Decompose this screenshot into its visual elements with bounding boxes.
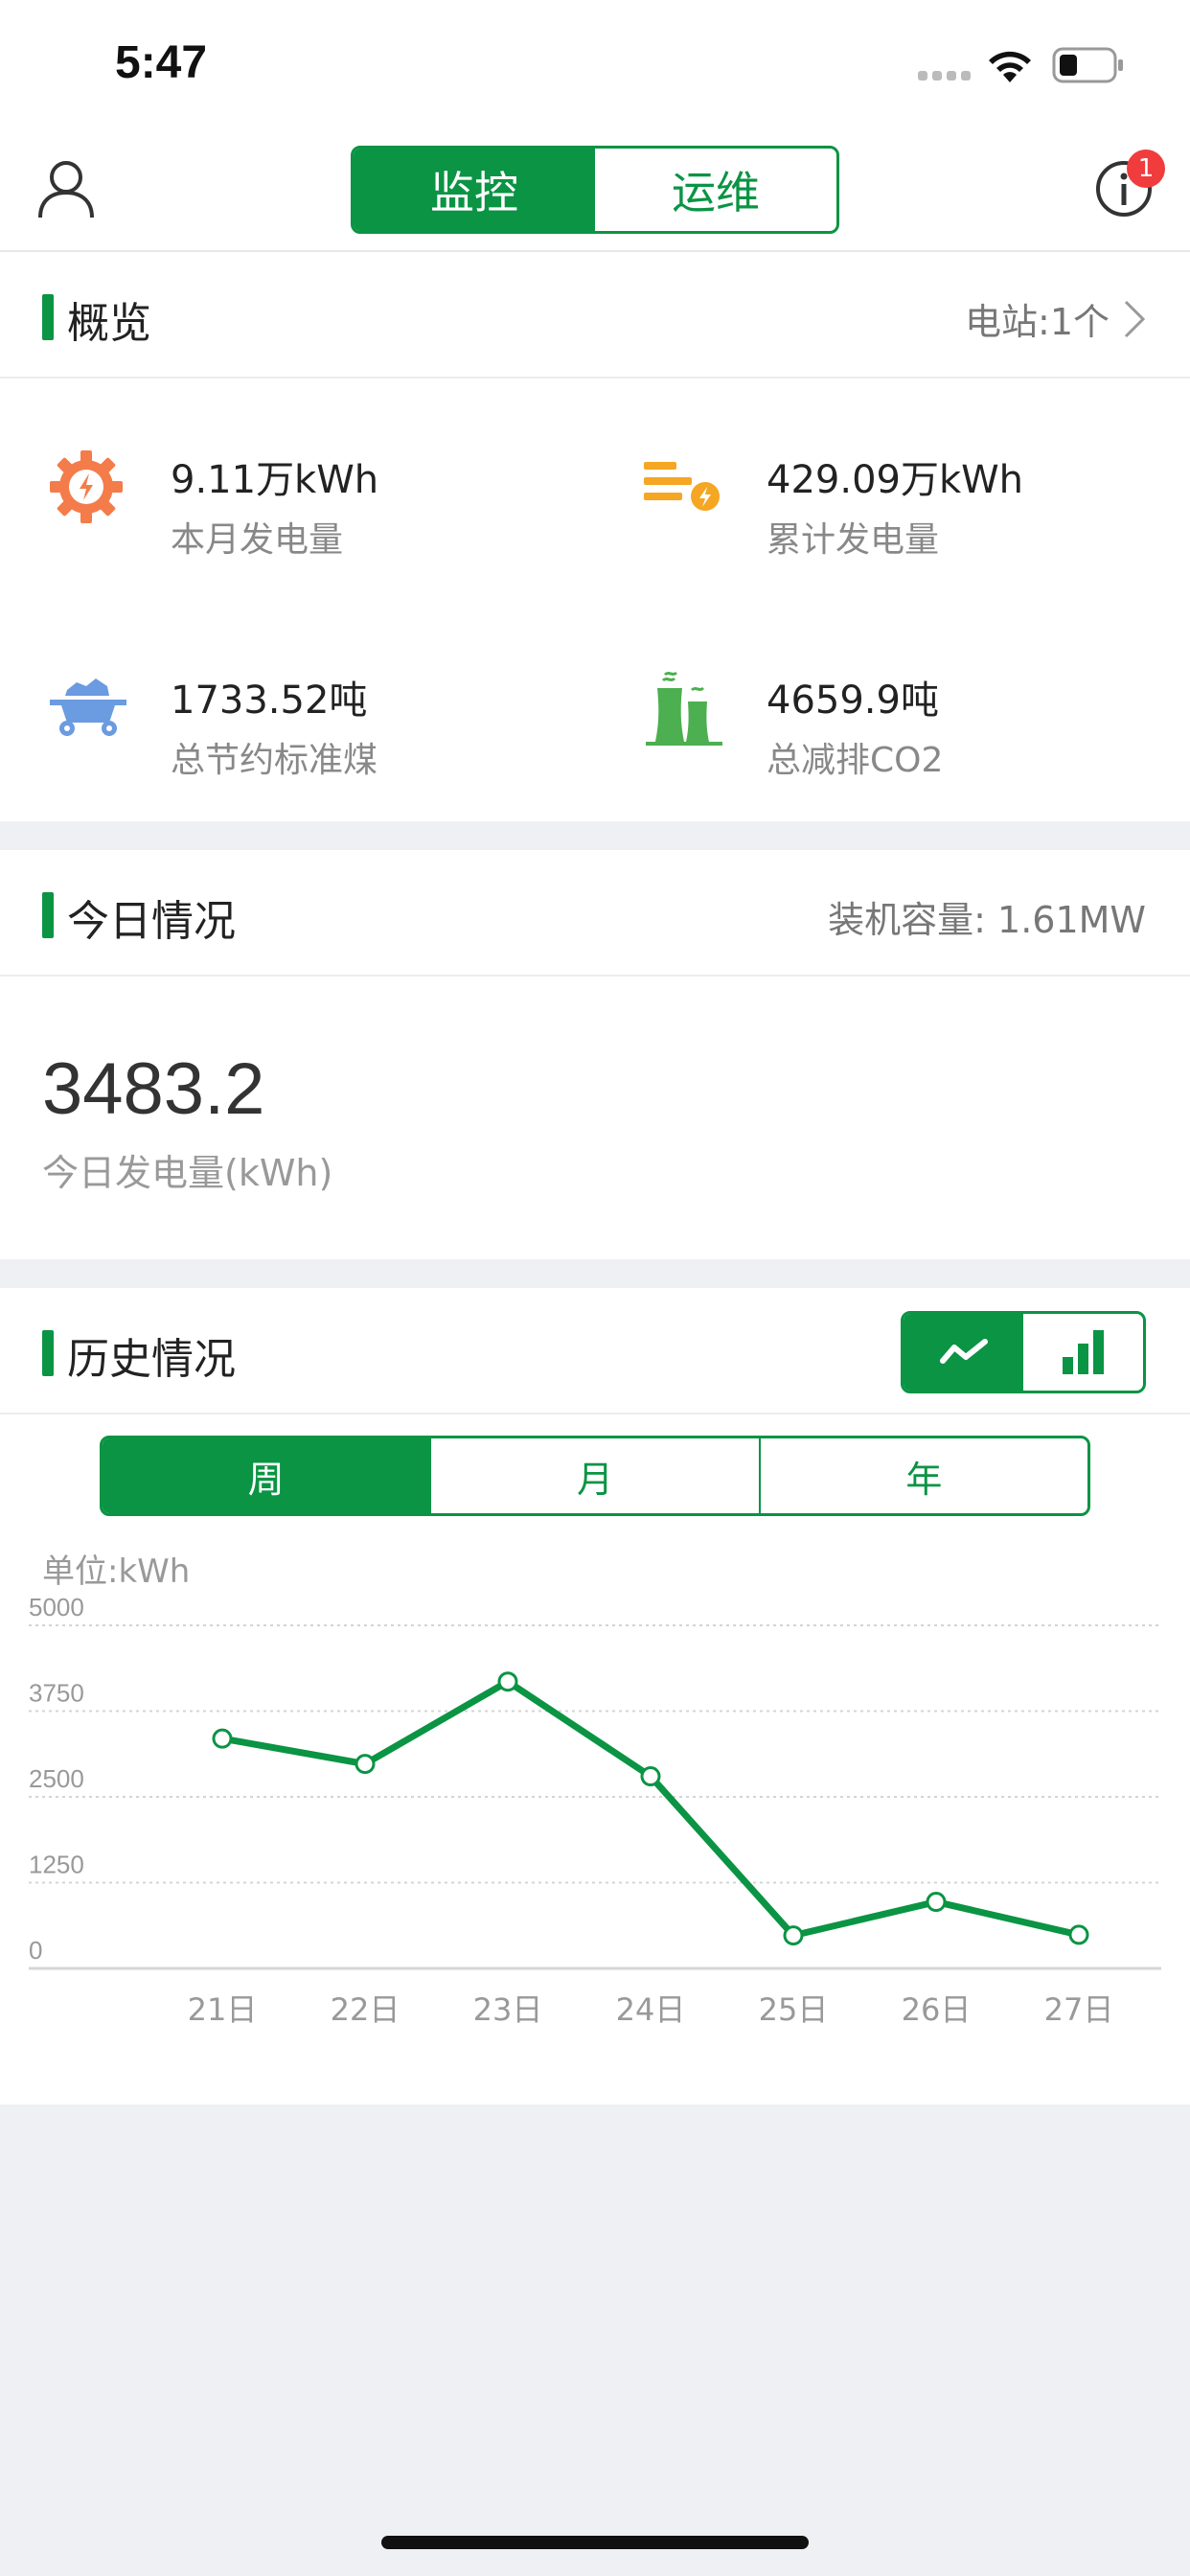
- stat-value: 1733.52吨: [171, 678, 368, 723]
- line-chart-icon: [939, 1339, 988, 1364]
- today-generation-label: 今日发电量(kWh): [42, 1152, 333, 1194]
- data-point: [926, 1892, 947, 1913]
- today-title: 今日情况: [67, 897, 236, 946]
- signal-icon: [918, 71, 971, 80]
- history-title: 历史情况: [67, 1335, 236, 1384]
- y-tick-label: 5000: [29, 1595, 84, 1622]
- data-point: [640, 1766, 661, 1787]
- data-point: [783, 1925, 804, 1946]
- x-tick-label: 21日: [188, 1991, 258, 2028]
- y-tick-label: 0: [29, 1936, 42, 1965]
- data-point: [497, 1671, 518, 1692]
- stat-label: 累计发电量: [767, 520, 940, 560]
- installed-capacity: 装机容量: 1.61MW: [828, 899, 1146, 941]
- tab-monitor[interactable]: 监控: [354, 149, 595, 231]
- energy-lines-icon: [644, 462, 720, 511]
- period-year-tab[interactable]: 年: [758, 1438, 1087, 1513]
- top-bar: 监控 运维 1: [0, 125, 1190, 252]
- wifi-icon: [989, 51, 1031, 82]
- x-tick-label: 24日: [616, 1991, 686, 2028]
- cooling-tower-icon: [646, 671, 722, 746]
- section-marker: [42, 892, 54, 938]
- history-header: 历史情况: [0, 1288, 1190, 1414]
- battery-icon: [1052, 47, 1123, 83]
- period-switch: 周 月 年: [100, 1436, 1090, 1516]
- x-tick-label: 25日: [759, 1991, 829, 2028]
- data-point: [355, 1754, 376, 1775]
- home-indicator: [381, 2536, 809, 2549]
- overview-card: 概览 电站:1个 9.11万kWh 本月发电量 429.09万kWh 累计发电量…: [0, 252, 1190, 821]
- station-link[interactable]: 电站:1个: [965, 292, 1146, 345]
- overview-title: 概览: [67, 299, 151, 348]
- history-card: 历史情况 周 月 年 单位:kWh 5000 3750 2500 1250 0 21日 22…: [0, 1288, 1190, 2104]
- coal-cart-icon: [50, 678, 126, 736]
- stat-label: 本月发电量: [171, 520, 344, 560]
- gear-lightning-icon: [50, 450, 123, 523]
- user-icon[interactable]: [36, 158, 96, 219]
- bar-chart-button[interactable]: [1023, 1314, 1143, 1391]
- chart-unit: 单位:kWh: [42, 1552, 191, 1591]
- x-tick-label: 22日: [331, 1991, 400, 2028]
- section-marker: [42, 1330, 54, 1376]
- stat-value: 4659.9吨: [767, 678, 939, 723]
- data-point: [212, 1728, 233, 1749]
- today-card: 今日情况 装机容量: 1.61MW 3483.2 今日发电量(kWh): [0, 850, 1190, 1259]
- period-month-tab[interactable]: 月: [429, 1438, 758, 1513]
- chevron-right-icon: [1124, 300, 1146, 337]
- data-point: [1068, 1924, 1089, 1945]
- main-tab-switch: 监控 运维: [351, 146, 839, 234]
- y-tick-label: 1250: [29, 1851, 84, 1879]
- today-header: 今日情况 装机容量: 1.61MW: [0, 850, 1190, 977]
- chart-type-switch: [901, 1311, 1146, 1393]
- tab-maintenance[interactable]: 运维: [595, 149, 836, 231]
- x-tick-label: 26日: [902, 1991, 972, 2028]
- station-count: 电站:1个: [965, 301, 1110, 343]
- y-tick-label: 3750: [29, 1679, 84, 1708]
- status-time: 5:47: [115, 37, 208, 88]
- stat-value: 9.11万kWh: [171, 458, 379, 502]
- x-tick-label: 23日: [473, 1991, 543, 2028]
- x-tick-label: 27日: [1044, 1991, 1114, 2028]
- overview-header: 概览 电站:1个: [0, 252, 1190, 379]
- stat-label: 总节约标准煤: [171, 741, 378, 780]
- bar-chart-icon: [1062, 1330, 1104, 1374]
- stat-label: 总减排CO2: [767, 741, 944, 780]
- line-chart-button[interactable]: [904, 1314, 1023, 1391]
- section-marker: [42, 294, 54, 340]
- period-week-tab[interactable]: 周: [103, 1438, 430, 1513]
- notification-badge: 1: [1127, 150, 1165, 188]
- stat-value: 429.09万kWh: [767, 458, 1024, 502]
- y-tick-label: 2500: [29, 1764, 84, 1793]
- history-line-chart: 5000 3750 2500 1250 0 21日 22日 23日 24日 25日 26日 27日: [29, 1595, 1161, 2028]
- status-bar: 5:47: [0, 0, 1190, 125]
- series-line: [218, 1678, 1083, 1940]
- today-generation-value: 3483.2: [42, 1048, 265, 1130]
